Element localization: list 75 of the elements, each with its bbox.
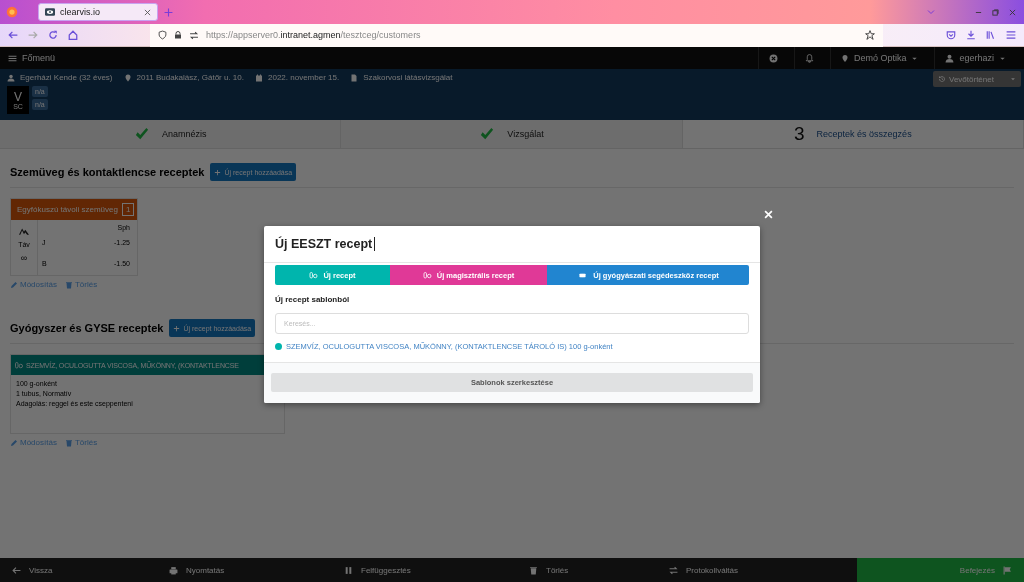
plus-icon[interactable] bbox=[164, 7, 173, 17]
download-icon[interactable] bbox=[966, 30, 976, 40]
trash-icon bbox=[64, 280, 73, 289]
document-icon bbox=[350, 73, 359, 82]
section-title: Szemüveg és kontaktlencse receptek bbox=[10, 166, 205, 178]
step-number: 3 bbox=[794, 123, 805, 145]
printer-icon bbox=[169, 565, 178, 575]
footer-button[interactable]: Felfüggesztés bbox=[332, 558, 517, 582]
bandage-icon bbox=[577, 271, 589, 279]
bell-icon bbox=[804, 53, 814, 63]
section-title: Gyógyszer és GYSE receptek bbox=[10, 322, 164, 334]
lock-icon bbox=[174, 30, 182, 40]
plus-icon bbox=[173, 324, 181, 332]
home-icon[interactable] bbox=[68, 30, 78, 40]
pills-icon bbox=[15, 361, 23, 369]
main-menu-button[interactable]: Főmenü bbox=[8, 47, 56, 69]
address-bar[interactable]: https://appserver0.intranet.agmen/tesztceg/customers bbox=[150, 23, 883, 47]
count-label: 1 bbox=[121, 203, 135, 216]
reload-icon[interactable] bbox=[48, 30, 58, 40]
user-icon bbox=[7, 73, 15, 82]
history-icon bbox=[938, 75, 946, 83]
card-title: Egyfókuszú távoli szemüveg bbox=[17, 205, 118, 214]
close-icon bbox=[764, 210, 773, 219]
pocket-icon[interactable] bbox=[946, 30, 956, 40]
infinity-symbol: ∞ bbox=[20, 253, 28, 263]
url-text: https://appserver0.intranet.agmen/tesztceg/customers bbox=[206, 30, 421, 40]
step-tab[interactable]: Vizsgálat bbox=[341, 120, 683, 148]
firefox-logo-icon[interactable] bbox=[6, 6, 18, 18]
pause-icon bbox=[344, 565, 353, 575]
user-icon bbox=[945, 53, 955, 63]
shield-icon bbox=[158, 30, 167, 40]
restore-icon[interactable] bbox=[992, 8, 999, 16]
footer-button[interactable]: Vissza bbox=[0, 558, 157, 582]
bookmark-star-icon[interactable] bbox=[865, 30, 875, 40]
pills-icon bbox=[309, 271, 319, 279]
footer-button[interactable]: Nyomtatás bbox=[157, 558, 332, 582]
pencil-icon bbox=[10, 280, 18, 289]
menu-icon[interactable] bbox=[1006, 30, 1016, 40]
footer-button[interactable]: Törlés bbox=[517, 558, 657, 582]
section-label: Új recept sablonból bbox=[275, 295, 351, 304]
close-icon[interactable] bbox=[1009, 8, 1016, 16]
close-icon bbox=[768, 53, 778, 63]
close-button[interactable] bbox=[764, 210, 775, 221]
back-arrow-icon[interactable] bbox=[8, 30, 18, 40]
step-tab[interactable]: Anamnézis bbox=[0, 120, 342, 148]
trash-icon bbox=[64, 438, 73, 447]
plus-icon bbox=[214, 168, 222, 176]
text-cursor bbox=[374, 237, 376, 251]
exam-date: 2022. november 15. bbox=[268, 73, 340, 82]
step-label: Vizsgálat bbox=[507, 129, 544, 139]
menu-icon bbox=[8, 53, 17, 63]
exam-type: Szakorvosi látásvizsgálat bbox=[363, 73, 453, 82]
calendar-icon bbox=[255, 73, 263, 82]
mountain-icon bbox=[18, 226, 30, 236]
close-icon[interactable] bbox=[144, 8, 151, 16]
pin-icon bbox=[123, 73, 132, 82]
step-label: Anamnézis bbox=[161, 129, 207, 139]
arrows-icon bbox=[189, 30, 199, 40]
swap-arrows-icon bbox=[669, 565, 678, 575]
pin-icon bbox=[840, 53, 849, 63]
pencil-icon bbox=[10, 438, 18, 447]
eye-icon bbox=[45, 7, 55, 17]
step-label: Receptek és összegzés bbox=[816, 129, 912, 139]
step-tab[interactable]: 3 Receptek és összegzés bbox=[682, 120, 1024, 148]
pills-icon bbox=[422, 271, 432, 279]
back-arrow-icon bbox=[12, 565, 21, 575]
patient-name: Egerházi Kende (32 éves) bbox=[20, 73, 113, 82]
flag-icon bbox=[1003, 565, 1012, 575]
footer-button[interactable]: Protokollváltás bbox=[657, 558, 849, 582]
modal-title: Új EESZT recept bbox=[275, 237, 373, 251]
trash-icon bbox=[529, 565, 538, 575]
caret-icon bbox=[1010, 76, 1016, 82]
library-icon[interactable] bbox=[986, 30, 996, 40]
browser-tab[interactable]: clearvis.io bbox=[38, 3, 158, 21]
patient-address: 2011 Budakalász, Gátőr u. 10. bbox=[136, 73, 244, 82]
